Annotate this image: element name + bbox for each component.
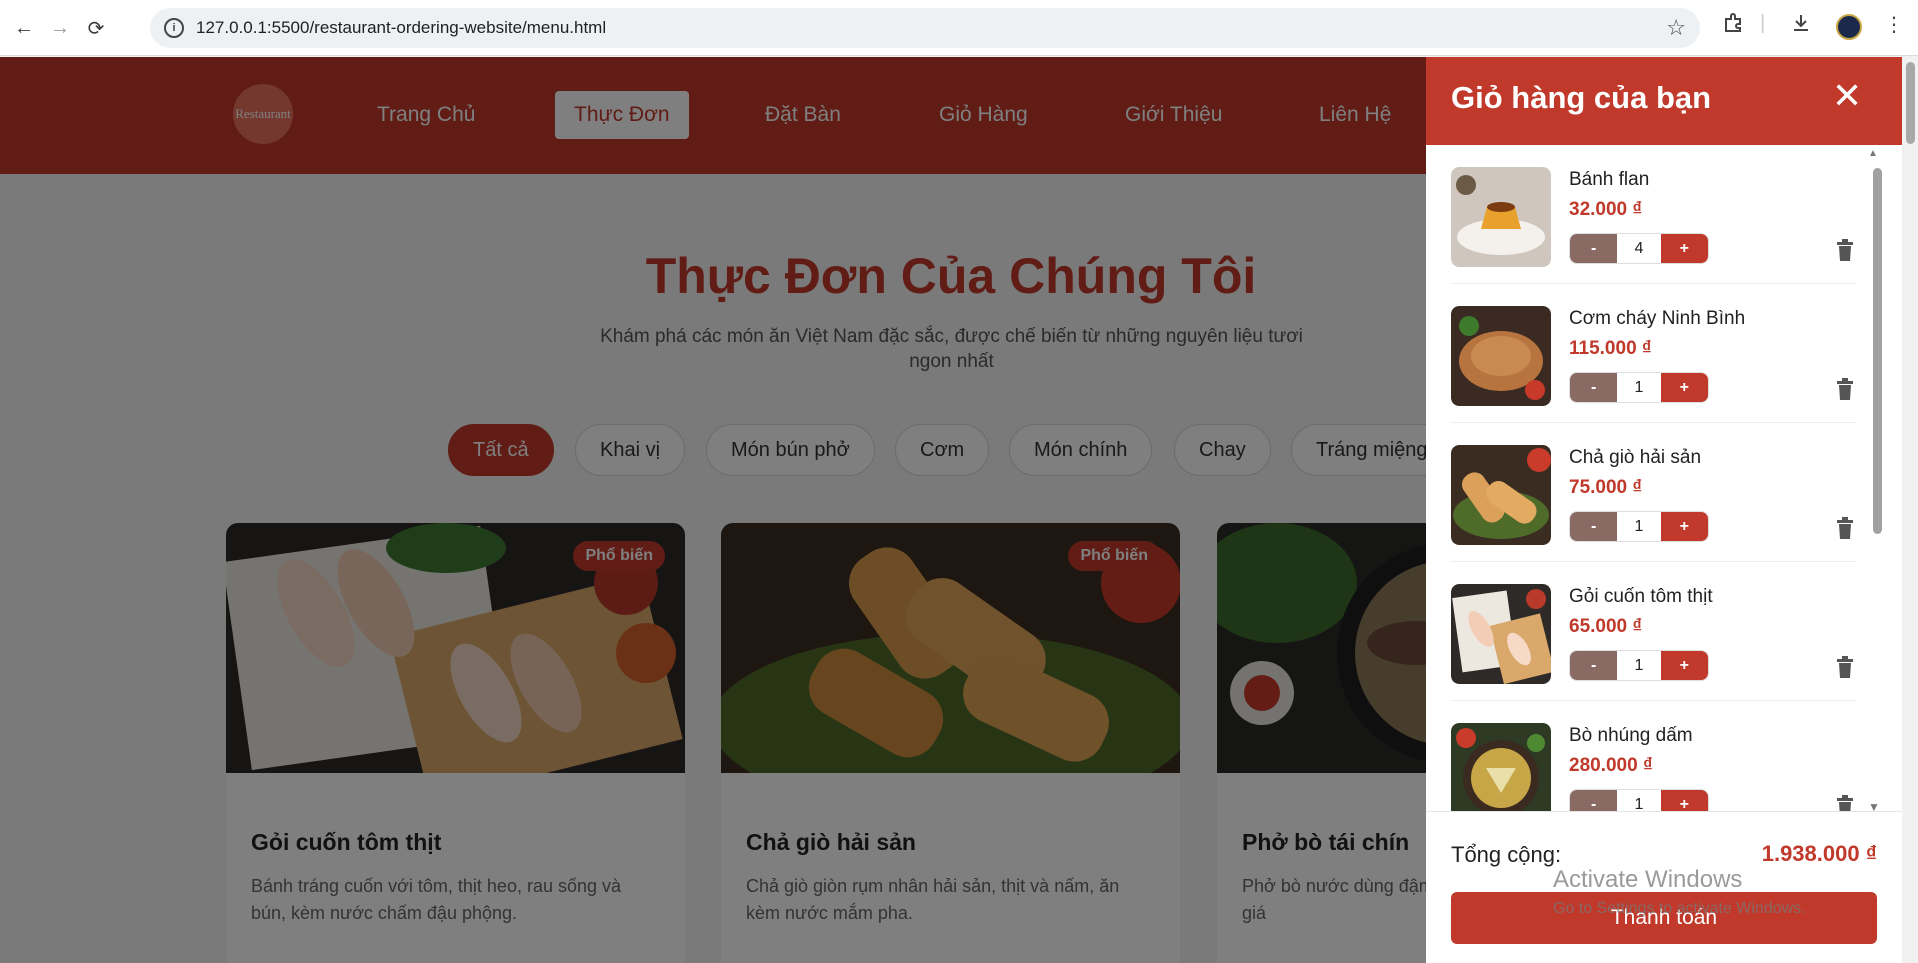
- cart-item-name: Gỏi cuốn tôm thịt: [1569, 586, 1713, 607]
- increase-button[interactable]: +: [1660, 790, 1708, 811]
- cart-item-name: Bò nhúng dấm: [1569, 725, 1693, 746]
- cart-item-list[interactable]: Bánh flan 32.000 ₫ - 4 + Cơm cháy Ninh B…: [1426, 145, 1902, 811]
- browser-toolbar: ← → ⟳ i 127.0.0.1:5500/restaurant-orderi…: [0, 0, 1918, 56]
- quantity-value[interactable]: 1: [1617, 512, 1661, 541]
- trash-icon[interactable]: [1836, 239, 1854, 266]
- cart-item-image: [1451, 167, 1551, 267]
- cart-item: Bò nhúng dấm 280.000 ₫ - 1 +: [1451, 701, 1856, 811]
- cart-item-price: 280.000 ₫: [1569, 755, 1653, 776]
- close-icon[interactable]: ✕: [1832, 75, 1862, 117]
- cart-item: Cơm cháy Ninh Bình 115.000 ₫ - 1 +: [1451, 284, 1856, 423]
- quantity-value[interactable]: 1: [1617, 651, 1661, 680]
- modal-overlay[interactable]: [0, 57, 1426, 963]
- trash-icon[interactable]: [1836, 795, 1854, 811]
- watermark-subtitle: Go to Settings to activate Windows.: [1553, 900, 1806, 917]
- cart-item-image: [1451, 723, 1551, 811]
- trash-icon[interactable]: [1836, 378, 1854, 405]
- cart-item-image: [1451, 445, 1551, 545]
- cart-item-name: Chả giò hải sản: [1569, 447, 1702, 468]
- page-scrollbar[interactable]: [1902, 57, 1918, 963]
- cart-item: Bánh flan 32.000 ₫ - 4 +: [1451, 145, 1856, 284]
- cart-title: Giỏ hàng của bạn: [1451, 80, 1712, 115]
- cart-header: Giỏ hàng của bạn ✕: [1426, 57, 1902, 145]
- cart-item-price: 75.000 ₫: [1569, 477, 1643, 498]
- quantity-stepper: - 1 +: [1569, 650, 1709, 681]
- cart-item-name: Cơm cháy Ninh Bình: [1569, 308, 1746, 329]
- cart-panel: Giỏ hàng của bạn ✕ Bánh flan 32.000 ₫ - …: [1426, 57, 1902, 963]
- cart-item: Chả giò hải sản 75.000 ₫ - 1 +: [1451, 423, 1856, 562]
- decrease-button[interactable]: -: [1570, 651, 1618, 680]
- trash-icon[interactable]: [1836, 517, 1854, 544]
- bookmark-star-icon[interactable]: ☆: [1666, 15, 1686, 41]
- extensions-icon[interactable]: [1722, 12, 1744, 40]
- total-value: 1.938.000 ₫: [1761, 841, 1877, 866]
- profile-avatar[interactable]: [1836, 14, 1862, 40]
- watermark-title: Activate Windows: [1553, 866, 1743, 893]
- toolbar-divider: |: [1760, 12, 1766, 34]
- quantity-value[interactable]: 1: [1617, 373, 1661, 402]
- decrease-button[interactable]: -: [1570, 373, 1618, 402]
- windows-activation-watermark: Activate Windows Go to Settings to activ…: [1553, 866, 1806, 918]
- increase-button[interactable]: +: [1660, 651, 1708, 680]
- quantity-value[interactable]: 4: [1617, 234, 1661, 263]
- decrease-button[interactable]: -: [1570, 512, 1618, 541]
- reload-icon[interactable]: ⟳: [82, 14, 110, 42]
- cart-item-price: 65.000 ₫: [1569, 616, 1643, 637]
- page-scrollbar-thumb[interactable]: [1906, 62, 1915, 144]
- cart-item: Gỏi cuốn tôm thịt 65.000 ₫ - 1 +: [1451, 562, 1856, 701]
- increase-button[interactable]: +: [1660, 512, 1708, 541]
- cart-item-price: 115.000 ₫: [1569, 338, 1652, 359]
- url-text[interactable]: 127.0.0.1:5500/restaurant-ordering-websi…: [196, 18, 606, 38]
- scroll-up-arrow[interactable]: ▲: [1868, 148, 1878, 159]
- decrease-button[interactable]: -: [1570, 234, 1618, 263]
- browser-menu-icon[interactable]: ⋮: [1884, 12, 1904, 37]
- cart-scrollbar-thumb[interactable]: [1873, 168, 1882, 534]
- quantity-stepper: - 4 +: [1569, 233, 1709, 264]
- increase-button[interactable]: +: [1660, 373, 1708, 402]
- trash-icon[interactable]: [1836, 656, 1854, 683]
- quantity-stepper: - 1 +: [1569, 511, 1709, 542]
- address-bar[interactable]: i 127.0.0.1:5500/restaurant-ordering-web…: [150, 8, 1700, 48]
- back-icon[interactable]: ←: [10, 14, 38, 42]
- download-icon[interactable]: [1790, 12, 1812, 40]
- cart-item-name: Bánh flan: [1569, 169, 1650, 190]
- total-label: Tổng cộng:: [1451, 842, 1562, 867]
- decrease-button[interactable]: -: [1570, 790, 1618, 811]
- site-info-icon[interactable]: i: [164, 18, 184, 38]
- quantity-value[interactable]: 1: [1617, 790, 1661, 811]
- scroll-down-arrow[interactable]: ▼: [1868, 800, 1880, 814]
- quantity-stepper: - 1 +: [1569, 789, 1709, 811]
- increase-button[interactable]: +: [1660, 234, 1708, 263]
- quantity-stepper: - 1 +: [1569, 372, 1709, 403]
- cart-item-image: [1451, 584, 1551, 684]
- forward-icon[interactable]: →: [46, 14, 74, 42]
- cart-item-image: [1451, 306, 1551, 406]
- cart-item-price: 32.000 ₫: [1569, 199, 1643, 220]
